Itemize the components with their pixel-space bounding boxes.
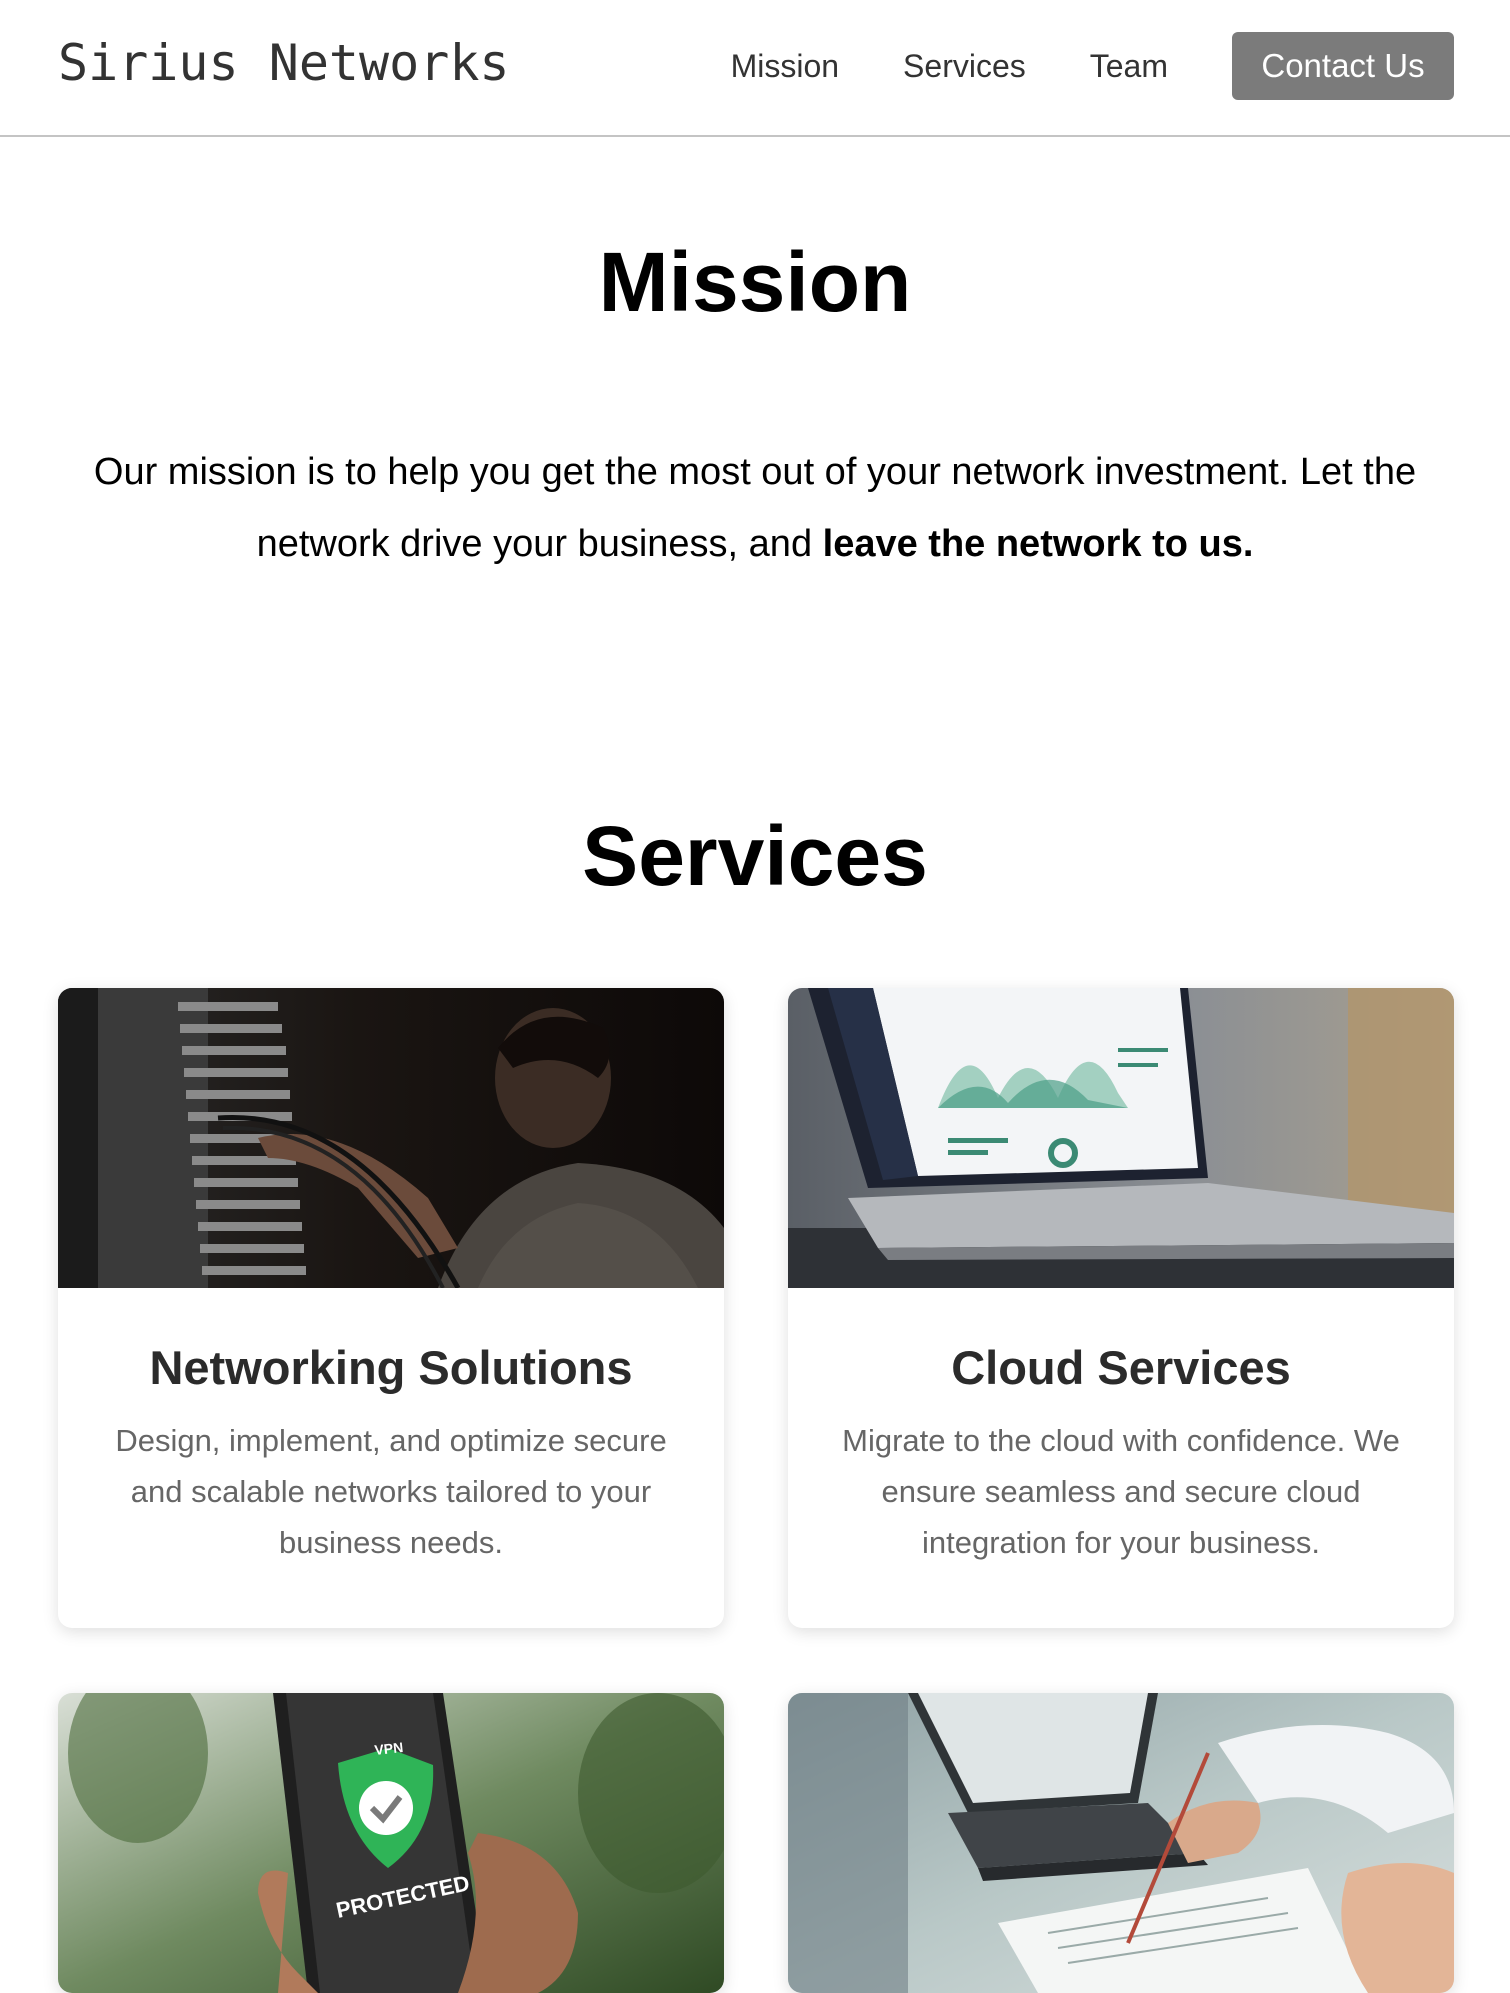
service-card-consulting bbox=[788, 1693, 1454, 1993]
nav-link-team[interactable]: Team bbox=[1090, 48, 1168, 85]
main-nav: Mission Services Team Contact Us bbox=[731, 32, 1454, 100]
site-header: Sirius Networks Mission Services Team Co… bbox=[0, 0, 1510, 137]
vpn-label: VPN bbox=[374, 1739, 404, 1758]
mission-text-bold: leave the network to us. bbox=[822, 523, 1254, 565]
vpn-protected-phone-image: VPN PROTECTED bbox=[58, 1693, 724, 1993]
nav-link-mission[interactable]: Mission bbox=[731, 48, 839, 85]
mission-heading: Mission bbox=[598, 235, 912, 329]
laptop-dashboard-image bbox=[788, 988, 1454, 1288]
service-card-networking: Networking Solutions Design, implement, … bbox=[58, 988, 724, 1628]
contact-us-button[interactable]: Contact Us bbox=[1232, 32, 1454, 100]
card-title: Cloud Services bbox=[951, 1341, 1291, 1394]
card-description: Migrate to the cloud with confidence. We… bbox=[842, 1423, 1400, 1560]
laptop-paperwork-image bbox=[788, 1693, 1454, 1993]
networking-technician-image bbox=[58, 988, 724, 1288]
service-card-cloud: Cloud Services Migrate to the cloud with… bbox=[788, 988, 1454, 1628]
card-title: Networking Solutions bbox=[149, 1341, 633, 1394]
service-card-vpn: VPN PROTECTED bbox=[58, 1693, 724, 1993]
services-heading: Services bbox=[582, 809, 928, 903]
card-description: Design, implement, and optimize secure a… bbox=[115, 1423, 667, 1560]
nav-link-services[interactable]: Services bbox=[903, 48, 1026, 85]
mission-paragraph: Our mission is to help you get the most … bbox=[50, 436, 1460, 580]
brand-logo[interactable]: Sirius Networks bbox=[58, 34, 510, 92]
